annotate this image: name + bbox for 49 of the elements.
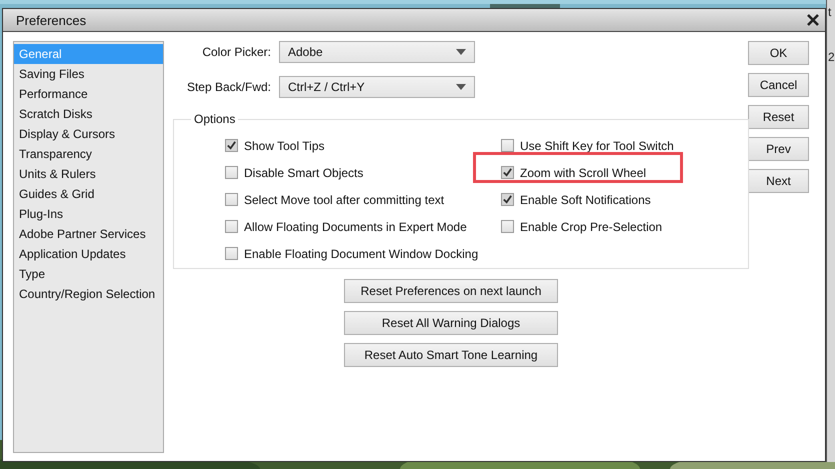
checkbox[interactable] bbox=[501, 166, 514, 179]
close-icon[interactable] bbox=[807, 14, 819, 26]
checkbox-label[interactable]: Enable Floating Document Window Docking bbox=[244, 246, 478, 260]
checkbox-label[interactable]: Disable Smart Objects bbox=[244, 166, 364, 180]
dialog-button[interactable]: Prev bbox=[748, 137, 809, 161]
checkbox[interactable] bbox=[501, 139, 514, 152]
window-title: Preferences bbox=[16, 12, 86, 28]
dialog-button[interactable]: Cancel bbox=[748, 73, 809, 97]
checkbox-label[interactable]: Allow Floating Documents in Expert Mode bbox=[244, 220, 467, 234]
checkbox-label[interactable]: Enable Crop Pre-Selection bbox=[520, 220, 662, 234]
sidebar-item[interactable]: Scratch Disks bbox=[14, 104, 163, 124]
dialog-button[interactable]: Next bbox=[748, 169, 809, 193]
sidebar-item[interactable]: Adobe Partner Services bbox=[14, 224, 163, 244]
caret-icon bbox=[456, 49, 466, 55]
reset-button[interactable]: Reset All Warning Dialogs bbox=[344, 311, 558, 335]
sidebar-item[interactable]: Units & Rulers bbox=[14, 164, 163, 184]
field-label: Step Back/Fwd: bbox=[186, 80, 271, 94]
checkbox[interactable] bbox=[225, 166, 238, 179]
sidebar-item[interactable]: Country/Region Selection bbox=[14, 284, 163, 304]
dialog-button[interactable]: Reset bbox=[748, 105, 809, 129]
checkbox[interactable] bbox=[225, 247, 238, 260]
checkbox[interactable] bbox=[225, 193, 238, 206]
dropdown[interactable]: Ctrl+Z / Ctrl+Y bbox=[279, 76, 475, 98]
group-title: Options bbox=[191, 112, 238, 126]
checkbox[interactable] bbox=[501, 193, 514, 206]
checkbox-label[interactable]: Show Tool Tips bbox=[244, 138, 324, 152]
sidebar-item[interactable]: Type bbox=[14, 264, 163, 284]
reset-button[interactable]: Reset Auto Smart Tone Learning bbox=[344, 343, 558, 367]
checkbox[interactable] bbox=[225, 139, 238, 152]
reset-button[interactable]: Reset Preferences on next launch bbox=[344, 279, 558, 303]
sidebar-item[interactable]: Guides & Grid bbox=[14, 184, 163, 204]
checkbox[interactable] bbox=[225, 220, 238, 233]
checkbox-label[interactable]: Enable Soft Notifications bbox=[520, 192, 651, 206]
window-text: t bbox=[828, 5, 832, 19]
sidebar-item[interactable]: Plug-Ins bbox=[14, 204, 163, 224]
sidebar-item[interactable]: Performance bbox=[14, 84, 163, 104]
window-text: 2 bbox=[828, 50, 835, 64]
dropdown[interactable]: Adobe bbox=[279, 41, 475, 63]
sidebar-item[interactable]: Display & Cursors bbox=[14, 124, 163, 144]
checkbox[interactable] bbox=[501, 220, 514, 233]
checkbox-label[interactable]: Select Move tool after committing text bbox=[244, 192, 444, 206]
checkbox-label[interactable]: Zoom with Scroll Wheel bbox=[520, 166, 646, 180]
sidebar-item[interactable]: Saving Files bbox=[14, 64, 163, 84]
sidebar-item[interactable]: Transparency bbox=[14, 144, 163, 164]
field-label: Color Picker: bbox=[201, 45, 271, 59]
checkbox-label[interactable]: Use Shift Key for Tool Switch bbox=[520, 138, 674, 152]
dialog-button[interactable]: OK bbox=[748, 41, 809, 65]
sidebar-item[interactable]: Application Updates bbox=[14, 244, 163, 264]
caret-icon bbox=[456, 84, 466, 90]
